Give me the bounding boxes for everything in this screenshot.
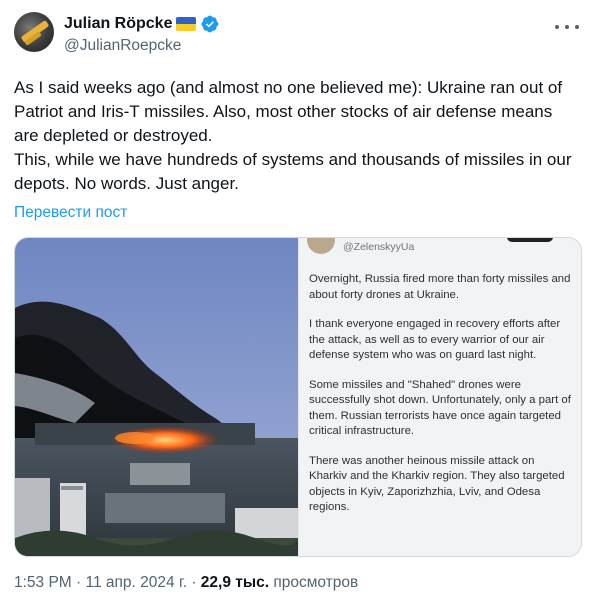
meta-separator: · — [71, 574, 86, 591]
embedded-post-header: @ZelenskyyUa — [307, 238, 414, 256]
translate-post-link[interactable]: Перевести пост — [14, 204, 127, 222]
tweet-text: As I said weeks ago (and almost no one b… — [14, 76, 580, 196]
embedded-follow-button — [507, 238, 553, 242]
views-count[interactable]: 22,9 тыс. — [201, 574, 269, 591]
tweet-header: Julian Röpcke @JulianRoepcke — [14, 12, 583, 60]
tweet-paragraph-2: This, while we have hundreds of systems … — [14, 150, 572, 193]
embedded-handle: @ZelenskyyUa — [343, 241, 415, 253]
smoke-photo-illustration — [15, 238, 298, 556]
post-time[interactable]: 1:53 PM — [14, 574, 72, 591]
embedded-paragraph: Some missiles and "Shahed" drones were s… — [309, 378, 571, 438]
embedded-paragraph: There was another heinous missile attack… — [309, 454, 565, 514]
meta-separator: · — [187, 574, 201, 591]
smoke-photo[interactable] — [15, 238, 298, 556]
author-name-row: Julian Röpcke — [64, 15, 219, 33]
embedded-avatar — [307, 238, 335, 254]
author-handle[interactable]: @JulianRoepcke — [64, 37, 181, 55]
author-name[interactable]: Julian Röpcke — [64, 15, 172, 33]
verified-badge-icon[interactable] — [201, 15, 219, 33]
ukraine-flag-icon — [176, 17, 197, 31]
tweet-meta: 1:53 PM · 11 апр. 2024 г. · 22,9 тыс. пр… — [14, 574, 358, 592]
more-options-icon[interactable] — [555, 18, 579, 36]
embedded-post-text: Overnight, Russia fired more than forty … — [309, 272, 571, 530]
tweet-media[interactable]: @ZelenskyyUa Overnight, Russia fired mor… — [14, 237, 582, 557]
post-date[interactable]: 11 апр. 2024 г. — [86, 574, 188, 591]
embedded-post-screenshot[interactable]: @ZelenskyyUa Overnight, Russia fired mor… — [298, 238, 581, 556]
embedded-paragraph: I thank everyone engaged in recovery eff… — [309, 318, 561, 361]
author-avatar[interactable] — [14, 12, 54, 52]
embedded-paragraph: Overnight, Russia fired more than forty … — [309, 273, 571, 301]
views-label: просмотров — [269, 574, 359, 591]
tweet-paragraph-1: As I said weeks ago (and almost no one b… — [14, 78, 563, 145]
